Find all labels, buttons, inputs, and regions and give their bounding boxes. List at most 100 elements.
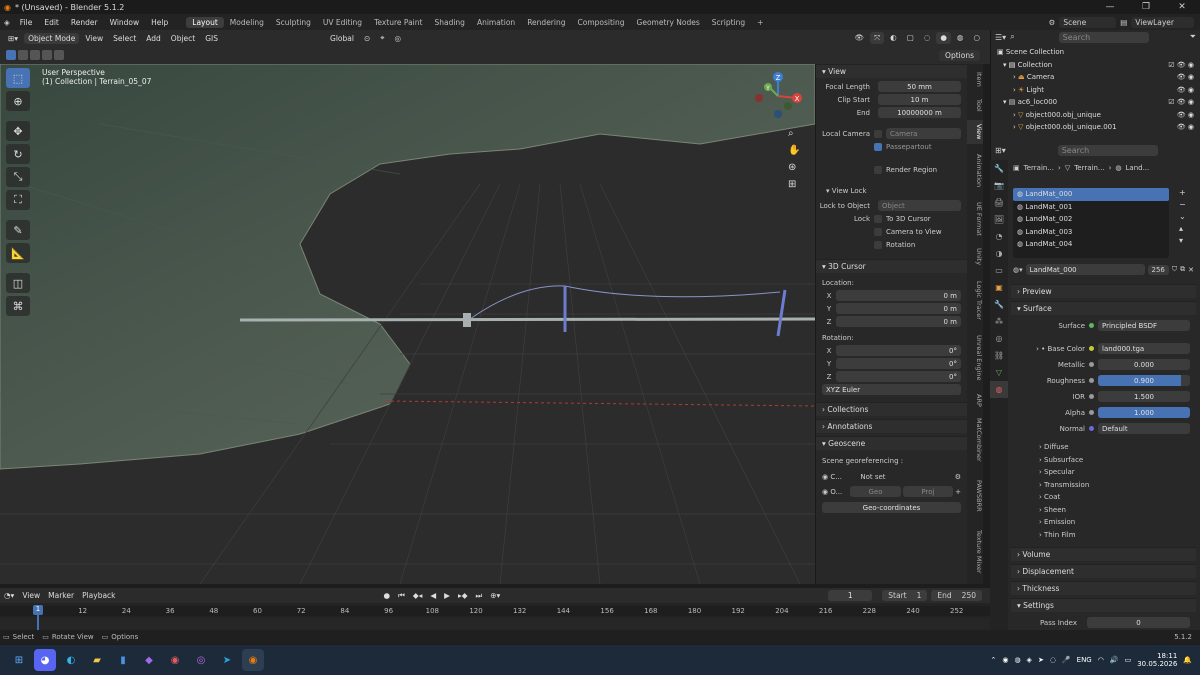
overlay-toggle-icon[interactable]: ◐ <box>886 32 901 44</box>
lock-object-field[interactable]: Object <box>878 200 961 211</box>
data-props-tab-icon[interactable]: ▽ <box>990 364 1008 381</box>
rot-x-field[interactable]: 0° <box>836 345 961 356</box>
blender-menu-icon[interactable]: ◈ <box>0 18 14 27</box>
app-swirl-icon[interactable]: ◉ <box>164 649 186 671</box>
tray-mic-icon[interactable]: 🎤 <box>1062 656 1071 664</box>
alpha-slider[interactable]: 1.000 <box>1098 407 1190 418</box>
subpanel-coat[interactable]: › Coat <box>1011 491 1196 504</box>
properties-editor-icon[interactable]: ⊞▾ <box>995 146 1006 155</box>
surface-shader-field[interactable]: Principled BSDF <box>1098 320 1190 331</box>
subpanel-subsurface[interactable]: › Subsurface <box>1011 454 1196 467</box>
metallic-field[interactable]: 0.000 <box>1098 359 1190 370</box>
next-keyframe-icon[interactable]: ▸◆ <box>454 590 472 601</box>
object000-visibility-icon[interactable]: 👁 ◉ <box>1177 111 1200 119</box>
close-button[interactable]: ✕ <box>1164 2 1200 12</box>
transform-orientation-selector[interactable]: Global <box>326 33 358 44</box>
add-cube-tool-icon[interactable]: ◫ <box>6 273 30 293</box>
material-users-count[interactable]: 256 <box>1147 264 1169 275</box>
thickness-section-header[interactable]: › Thickness <box>1011 581 1196 595</box>
geo-coordinates-button[interactable]: Geo-coordinates <box>822 502 961 513</box>
origin-geo-button[interactable]: Geo <box>850 486 901 497</box>
ntab-matcombiner[interactable]: MatCombiner <box>967 414 983 466</box>
playhead-frame-label[interactable]: 1 <box>33 605 43 615</box>
rotation-lock-checkbox[interactable] <box>874 240 882 249</box>
annotate-tool-icon[interactable]: ✎ <box>6 220 30 240</box>
tab-modeling[interactable]: Modeling <box>224 17 270 28</box>
add-origin-icon[interactable]: + <box>955 488 961 496</box>
cursor-z-field[interactable]: 0 m <box>836 316 961 327</box>
material-slot-3[interactable]: ◍ LandMat_003 <box>1013 226 1169 239</box>
to-3d-cursor-checkbox[interactable] <box>874 214 882 223</box>
add-workspace-button[interactable]: + <box>751 17 769 28</box>
prev-keyframe-icon[interactable]: ◆◂ <box>409 590 427 601</box>
pivot-icon[interactable]: ⊙ <box>360 33 374 44</box>
tray-app-icon-2[interactable]: ◍ <box>1014 656 1020 664</box>
ntab-view[interactable]: View <box>967 120 983 144</box>
tab-shading[interactable]: Shading <box>428 17 470 28</box>
tab-scripting[interactable]: Scripting <box>706 17 751 28</box>
scale-tool-icon[interactable]: ⤡ <box>6 167 30 187</box>
menu-file[interactable]: File <box>14 18 39 27</box>
material-slot-1[interactable]: ◍ LandMat_001 <box>1013 201 1169 214</box>
pass-index-field[interactable]: 0 <box>1087 617 1190 628</box>
menu-render[interactable]: Render <box>65 18 104 27</box>
current-frame-field[interactable]: 1 <box>828 590 873 601</box>
jump-end-icon[interactable]: ⏭ <box>471 590 486 602</box>
surface-section-header[interactable]: ▾ Surface <box>1011 301 1196 315</box>
ntab-logic-tracer[interactable]: Logic Tracer <box>967 274 983 326</box>
properties-search-input[interactable]: Search <box>1057 144 1158 156</box>
slot-menu-icon[interactable]: ⌄ <box>1179 212 1186 221</box>
tab-geometry-nodes[interactable]: Geometry Nodes <box>631 17 706 28</box>
ntab-arp[interactable]: ARP <box>967 390 983 410</box>
timeline-view-menu[interactable]: View <box>18 590 44 601</box>
minimize-button[interactable]: — <box>1092 2 1128 12</box>
snap-icon[interactable]: ⌖ <box>376 32 388 44</box>
breadcrumb-object[interactable]: Terrain... <box>1024 164 1054 172</box>
geoscene-settings-icon[interactable]: ⚙ <box>955 473 961 481</box>
material-props-tab-icon[interactable]: ◍ <box>990 381 1008 398</box>
origin-proj-button[interactable]: Proj <box>902 486 954 497</box>
timeline-editor-icon[interactable]: ◔▾ <box>0 590 18 601</box>
clip-end-field[interactable]: 10000000 m <box>878 107 961 118</box>
grid-view-icon[interactable]: ⊞ <box>788 179 800 190</box>
maximize-button[interactable]: ❐ <box>1128 2 1164 12</box>
shading-solid-icon[interactable]: ● <box>936 32 951 44</box>
particles-props-tab-icon[interactable]: ⁂ <box>990 313 1008 330</box>
camera-field[interactable]: Camera <box>886 128 961 139</box>
breadcrumb-material[interactable]: Land... <box>1126 164 1150 172</box>
3d-viewport[interactable]: User Perspective (1) Collection | Terrai… <box>0 64 815 584</box>
navigation-gizmo[interactable]: Z X Y ⌕ ✋ ⊛ ⊞ <box>748 68 808 198</box>
ntab-pawsbrr[interactable]: PAWSBRR <box>967 470 983 522</box>
select-mode-subtract-icon[interactable] <box>30 50 40 60</box>
tab-uv-editing[interactable]: UV Editing <box>317 17 368 28</box>
roughness-slider[interactable]: 0.900 <box>1098 375 1190 386</box>
ntab-animation[interactable]: Animation <box>967 148 983 194</box>
menu-help[interactable]: Help <box>145 18 174 27</box>
telegram-icon[interactable]: ➤ <box>216 649 238 671</box>
subpanel-sheen[interactable]: › Sheen <box>1011 504 1196 517</box>
camera-visibility-icon[interactable]: 👁 ◉ <box>1177 73 1200 81</box>
ior-field[interactable]: 1.500 <box>1098 391 1190 402</box>
play-reverse-icon[interactable]: ◀ <box>426 590 440 601</box>
tray-chevron-icon[interactable]: ⌃ <box>990 656 996 664</box>
discord-icon[interactable]: ◕ <box>34 649 56 671</box>
outliner-filter-icon[interactable]: ⌕ <box>1010 32 1014 42</box>
select-box-tool-icon[interactable]: ⬚ <box>6 68 30 88</box>
render-region-checkbox[interactable] <box>874 165 882 174</box>
app-purple-icon[interactable]: ◎ <box>190 649 212 671</box>
menu-select[interactable]: Select <box>109 33 140 44</box>
tab-animation[interactable]: Animation <box>471 17 521 28</box>
ntab-tool[interactable]: Tool <box>967 94 983 116</box>
menu-object[interactable]: Object <box>167 33 199 44</box>
duplicate-material-icon[interactable]: ⧉ <box>1180 265 1185 274</box>
rot-z-field[interactable]: 0° <box>836 371 961 382</box>
play-icon[interactable]: ▶ <box>440 590 454 601</box>
preview-section-header[interactable]: › Preview <box>1011 284 1196 298</box>
scene-props-tab-icon[interactable]: ◔ <box>990 228 1008 245</box>
ntab-unreal-engine[interactable]: Unreal Engine <box>967 330 983 386</box>
tab-rendering[interactable]: Rendering <box>521 17 571 28</box>
tray-app-icon-1[interactable]: ◉ <box>1002 656 1008 664</box>
rotation-mode-selector[interactable]: XYZ Euler <box>822 384 961 395</box>
visibility-icon[interactable]: 👁 <box>851 32 869 44</box>
remove-slot-icon[interactable]: − <box>1179 200 1186 209</box>
